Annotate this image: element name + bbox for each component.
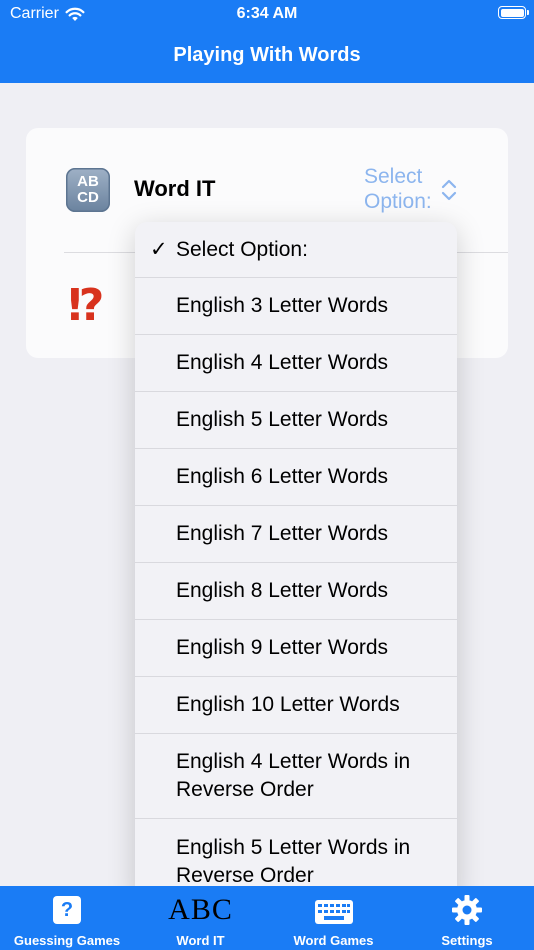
menu-item-english-6[interactable]: English 6 Letter Words [135, 449, 457, 506]
abcd-icon: AB CD [66, 168, 110, 212]
battery-icon [498, 6, 529, 19]
menu-item-english-10[interactable]: English 10 Letter Words [135, 677, 457, 734]
menu-item-english-5[interactable]: English 5 Letter Words [135, 392, 457, 449]
menu-item-english-3[interactable]: English 3 Letter Words [135, 278, 457, 335]
tab-word-games[interactable]: Word Games [267, 886, 400, 950]
menu-item-select-option[interactable]: ✓ Select Option: [135, 222, 457, 278]
interrobang-icon: ⁉ [68, 281, 105, 330]
tab-guessing-games[interactable]: ? Guessing Games [0, 886, 134, 950]
menu-item-english-4-reverse[interactable]: English 4 Letter Words in Reverse Order [135, 734, 457, 819]
status-bar: Carrier 6:34 AM [0, 0, 534, 28]
question-mark-icon: ? [53, 896, 81, 924]
menu-item-english-9[interactable]: English 9 Letter Words [135, 620, 457, 677]
abc-icon: ABC [168, 893, 233, 926]
chevron-up-down-icon[interactable] [438, 176, 460, 204]
status-time: 6:34 AM [236, 5, 298, 22]
row-label-word-it: Word IT [134, 176, 216, 201]
option-dropdown-menu: ✓ Select Option: English 3 Letter Words … [135, 222, 457, 902]
navigation-bar: Playing With Words [0, 28, 534, 83]
menu-item-english-8[interactable]: English 8 Letter Words [135, 563, 457, 620]
menu-item-english-7[interactable]: English 7 Letter Words [135, 506, 457, 563]
keyboard-icon [314, 900, 353, 924]
tab-word-it[interactable]: ABC Word IT [134, 886, 267, 950]
menu-item-english-4[interactable]: English 4 Letter Words [135, 335, 457, 392]
tab-settings[interactable]: Settings [400, 886, 534, 950]
checkmark-icon: ✓ [150, 237, 168, 261]
gear-icon [452, 895, 482, 925]
page-title: Playing With Words [173, 44, 361, 66]
tab-bar: ? Guessing Games ABC Word IT Word Games [0, 886, 534, 950]
